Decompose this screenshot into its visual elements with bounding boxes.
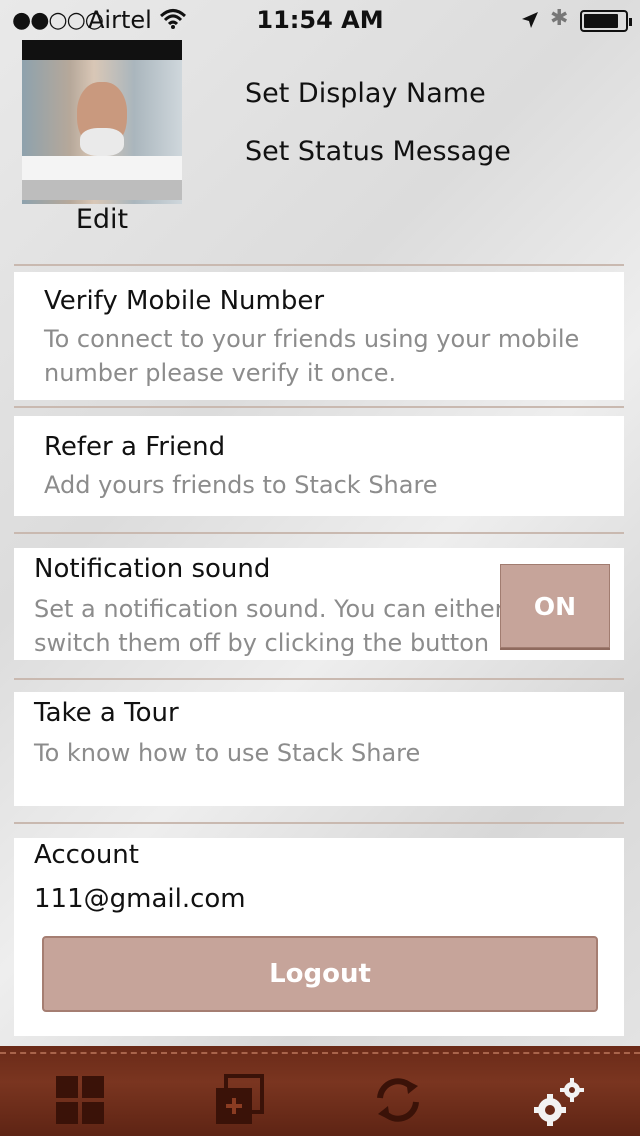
take-tour-title: Take a Tour <box>34 698 179 728</box>
refer-friend-card[interactable]: Refer a Friend Add yours friends to Stac… <box>14 416 624 516</box>
tab-home[interactable] <box>40 1060 120 1130</box>
bluetooth-icon: ✱ <box>550 6 569 31</box>
divider <box>14 406 624 408</box>
notification-sound-toggle[interactable]: ON <box>500 564 610 648</box>
take-tour-subtitle: To know how to use Stack Share <box>34 739 421 767</box>
set-display-name-button[interactable]: Set Display Name <box>245 78 486 109</box>
verify-mobile-title: Verify Mobile Number <box>44 286 325 316</box>
clock: 11:54 AM <box>256 6 384 34</box>
account-title: Account <box>34 840 139 870</box>
notification-sound-subtitle-1: Set a notification sound. You can either <box>34 595 505 623</box>
divider <box>14 822 624 824</box>
refer-friend-title: Refer a Friend <box>44 432 226 462</box>
verify-mobile-subtitle-1: To connect to your friends using your mo… <box>44 325 580 353</box>
tab-bar <box>0 1046 640 1136</box>
divider <box>14 532 624 534</box>
account-email: 111@gmail.com <box>34 884 246 914</box>
status-bar: ●●○○○ Airtel 11:54 AM ✱ <box>0 0 640 40</box>
profile-photo[interactable] <box>22 40 182 204</box>
divider <box>14 264 624 266</box>
edit-photo-button[interactable]: Edit <box>22 204 182 235</box>
location-arrow-icon <box>520 10 540 34</box>
battery-icon <box>580 10 632 32</box>
set-status-message-button[interactable]: Set Status Message <box>245 136 511 167</box>
tab-sync[interactable] <box>358 1060 438 1130</box>
refer-friend-subtitle: Add yours friends to Stack Share <box>44 471 438 499</box>
divider <box>14 678 624 680</box>
tab-settings[interactable] <box>516 1060 596 1130</box>
verify-mobile-card[interactable]: Verify Mobile Number To connect to your … <box>14 272 624 400</box>
verify-mobile-subtitle-2: number please verify it once. <box>44 359 397 387</box>
notification-sound-title: Notification sound <box>34 554 271 584</box>
notification-sound-subtitle-2: switch them off by clicking the button <box>34 629 490 657</box>
logout-button[interactable]: Logout <box>42 936 598 1012</box>
take-tour-card[interactable]: Take a Tour To know how to use Stack Sha… <box>14 692 624 806</box>
tab-add-stack[interactable] <box>198 1060 278 1130</box>
